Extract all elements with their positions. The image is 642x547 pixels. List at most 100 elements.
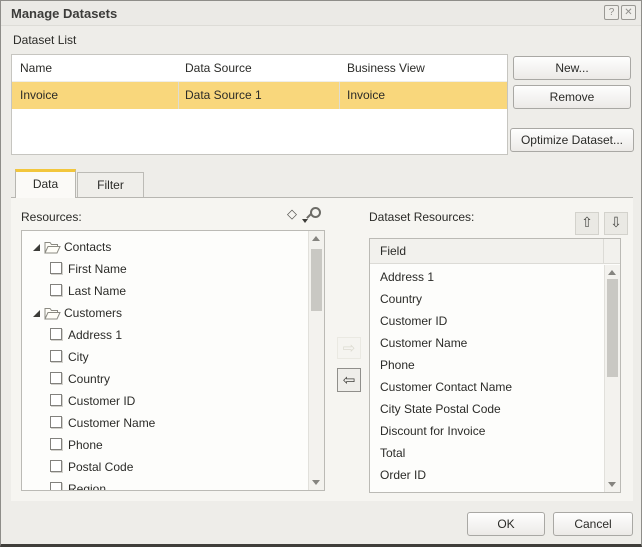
tree-folder-label: Contacts xyxy=(64,240,112,254)
dataset-list-label: Dataset List xyxy=(13,33,77,47)
scroll-up-button[interactable] xyxy=(309,231,324,247)
dataset-field-label: Order ID xyxy=(380,468,427,482)
column-divider xyxy=(178,82,179,109)
folder-open-icon xyxy=(44,308,61,320)
dataset-field-row[interactable]: Customer Contact Name xyxy=(370,376,604,398)
dataset-field-row[interactable]: Customer Name xyxy=(370,332,604,354)
dataset-resources-label: Dataset Resources: xyxy=(369,210,475,224)
column-divider xyxy=(339,82,340,109)
tree-folder-row[interactable]: Contacts xyxy=(22,236,308,258)
field-checkbox[interactable] xyxy=(50,262,62,274)
cancel-button[interactable]: Cancel xyxy=(553,512,633,536)
dataset-field-row[interactable]: Order ID xyxy=(370,464,604,486)
tree-field-row[interactable]: Customer ID xyxy=(22,390,308,412)
dataset-field-label: Customer Contact Name xyxy=(380,380,513,394)
arrow-down-icon: ⇩ xyxy=(610,215,622,231)
tree-expanded-icon[interactable] xyxy=(32,309,41,318)
tree-field-row[interactable]: Address 1 xyxy=(22,324,308,346)
dataset-field-row[interactable]: Quantity xyxy=(370,486,604,492)
tree-field-row[interactable]: Region xyxy=(22,478,308,490)
resources-label: Resources: xyxy=(21,210,82,224)
column-header-business-view: Business View xyxy=(347,61,425,75)
list-scrollbar[interactable] xyxy=(604,265,620,492)
dataset-field-row[interactable]: Customer ID xyxy=(370,310,604,332)
field-checkbox[interactable] xyxy=(50,350,62,362)
field-checkbox[interactable] xyxy=(50,416,62,428)
dialog-title: Manage Datasets xyxy=(11,6,118,21)
tree-folder-label: Customers xyxy=(64,306,123,320)
arrow-up-icon: ⇧ xyxy=(581,215,593,231)
tree-field-row[interactable]: Last Name xyxy=(22,280,308,302)
move-down-button[interactable]: ⇩ xyxy=(604,212,628,235)
tree-field-row[interactable]: First Name xyxy=(22,258,308,280)
arrow-down-icon xyxy=(608,482,616,487)
field-checkbox[interactable] xyxy=(50,438,62,450)
dataset-field-label: City State Postal Code xyxy=(380,402,501,416)
tree-field-label: Country xyxy=(68,372,111,386)
tree-field-label: Region xyxy=(68,482,107,490)
folder-open-icon xyxy=(44,242,61,254)
close-button[interactable]: ✕ xyxy=(621,5,636,20)
field-checkbox[interactable] xyxy=(50,372,62,384)
dataset-field-row[interactable]: Total xyxy=(370,442,604,464)
tree-folder-row[interactable]: Customers xyxy=(22,302,308,324)
dataset-list-table: Name Data Source Business View Invoice D… xyxy=(11,54,508,155)
arrow-right-icon: ⇨ xyxy=(342,339,356,357)
field-checkbox[interactable] xyxy=(50,482,62,490)
column-header-name: Name xyxy=(20,61,53,75)
tree-field-row[interactable]: Customer Name xyxy=(22,412,308,434)
remove-from-dataset-button[interactable]: ⇦ xyxy=(337,368,361,392)
tree-field-label: Phone xyxy=(68,438,103,452)
tree-field-row[interactable]: Country xyxy=(22,368,308,390)
arrow-down-icon xyxy=(312,480,320,485)
tab-filter[interactable]: Filter xyxy=(77,172,144,197)
dataset-field-row[interactable]: Phone xyxy=(370,354,604,376)
field-checkbox[interactable] xyxy=(50,460,62,472)
column-header-data-source: Data Source xyxy=(185,61,252,75)
dataset-field-row[interactable]: Country xyxy=(370,288,604,310)
dataset-field-row[interactable]: City State Postal Code xyxy=(370,398,604,420)
field-checkbox[interactable] xyxy=(50,284,62,296)
arrow-left-icon: ⇦ xyxy=(342,371,356,389)
resources-tree-panel: Contacts First Name Last Name Customers … xyxy=(21,230,325,491)
tree-expanded-icon[interactable] xyxy=(32,243,41,252)
tab-data[interactable]: Data xyxy=(15,169,76,198)
move-up-button[interactable]: ⇧ xyxy=(575,212,599,235)
help-button[interactable]: ? xyxy=(604,5,619,20)
dataset-field-label: Customer Name xyxy=(380,336,468,350)
scroll-thumb[interactable] xyxy=(311,249,322,311)
scroll-thumb[interactable] xyxy=(607,279,618,377)
tree-field-row[interactable]: Postal Code xyxy=(22,456,308,478)
tree-field-row[interactable]: City xyxy=(22,346,308,368)
dataset-row-selected[interactable]: Invoice Data Source 1 Invoice xyxy=(12,82,507,109)
tree-scrollbar[interactable] xyxy=(308,231,324,490)
field-checkbox[interactable] xyxy=(50,328,62,340)
scroll-down-button[interactable] xyxy=(309,474,324,490)
search-icon[interactable] xyxy=(310,207,321,218)
arrow-up-icon xyxy=(312,236,320,241)
remove-button[interactable]: Remove xyxy=(513,85,631,109)
field-checkbox[interactable] xyxy=(50,394,62,406)
dataset-list-header-row: Name Data Source Business View xyxy=(12,55,507,82)
dataset-field-label: Discount for Invoice xyxy=(380,424,486,438)
manage-datasets-dialog: Manage Datasets ? ✕ Dataset List Name Da… xyxy=(0,0,642,547)
ok-button[interactable]: OK xyxy=(467,512,545,536)
dataset-field-label: Customer ID xyxy=(380,314,448,328)
scroll-down-button[interactable] xyxy=(605,476,620,492)
tree-field-label: Last Name xyxy=(68,284,127,298)
dataset-field-row[interactable]: Discount for Invoice xyxy=(370,420,604,442)
optimize-dataset-button[interactable]: Optimize Dataset... xyxy=(510,128,634,152)
field-column-header: Field xyxy=(370,239,620,264)
dataset-field-label: Total xyxy=(380,446,406,460)
dataset-field-row[interactable]: Address 1 xyxy=(370,266,604,288)
dataset-resources-panel: Field Address 1 Country Customer ID Cust… xyxy=(369,238,621,493)
dataset-field-label: Country xyxy=(380,292,423,306)
tree-field-row[interactable]: Phone xyxy=(22,434,308,456)
sort-icon[interactable]: ◇ xyxy=(287,206,297,222)
dropdown-arrow-icon[interactable] xyxy=(302,219,308,223)
add-to-dataset-button[interactable]: ⇨ xyxy=(337,337,361,359)
dataset-field-label: Quantity xyxy=(380,490,425,492)
arrow-up-icon xyxy=(608,270,616,275)
tree-field-label: First Name xyxy=(68,262,127,276)
new-button[interactable]: New... xyxy=(513,56,631,80)
